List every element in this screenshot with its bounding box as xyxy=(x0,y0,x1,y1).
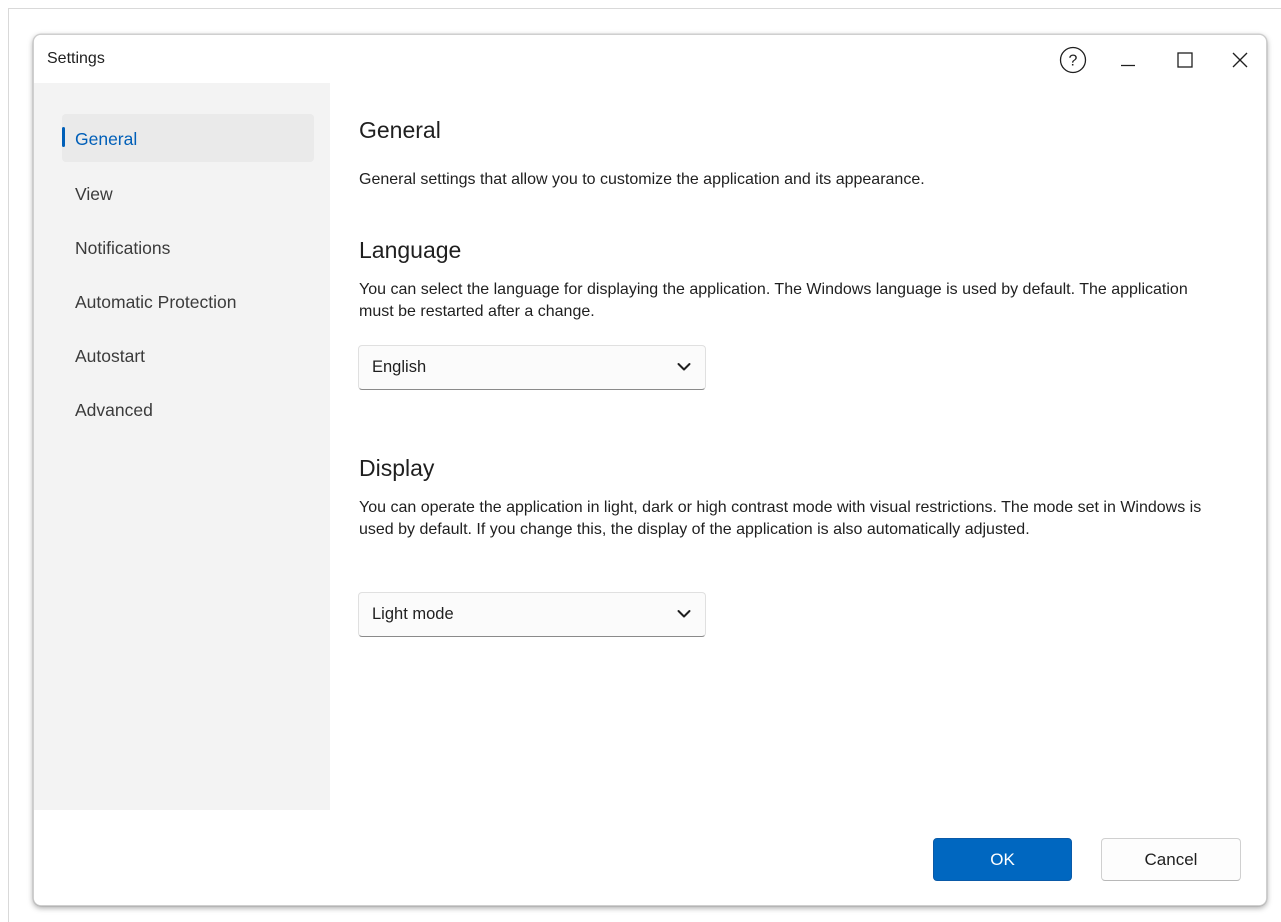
sidebar-item-autostart[interactable]: Autostart xyxy=(62,331,314,379)
sidebar-item-advanced[interactable]: Advanced xyxy=(62,385,314,433)
language-select[interactable]: English xyxy=(358,345,706,390)
close-button[interactable] xyxy=(1224,44,1256,76)
chevron-down-icon xyxy=(677,363,691,371)
page-title: General xyxy=(359,117,441,143)
cancel-button[interactable]: Cancel xyxy=(1101,838,1241,881)
sidebar-item-label: General xyxy=(75,129,138,149)
display-heading: Display xyxy=(359,455,435,481)
title-bar[interactable]: Settings ? xyxy=(34,35,1266,83)
maximize-button[interactable] xyxy=(1169,44,1201,76)
window-title: Settings xyxy=(47,50,105,67)
sidebar-item-label: Autostart xyxy=(75,346,146,366)
help-circle-icon: ? xyxy=(1059,46,1087,74)
sidebar-item-label: Automatic Protection xyxy=(75,292,237,312)
sidebar-item-general[interactable]: General xyxy=(62,114,314,162)
svg-text:?: ? xyxy=(1069,53,1078,70)
display-mode-select-value: Light mode xyxy=(372,605,454,623)
ok-button[interactable]: OK xyxy=(933,838,1072,881)
sidebar-item-notifications[interactable]: Notifications xyxy=(62,223,314,271)
settings-content: General General settings that allow you … xyxy=(330,83,1266,810)
close-icon xyxy=(1232,52,1248,68)
chevron-down-icon xyxy=(677,610,691,618)
page-border-top xyxy=(8,8,1281,9)
language-description: You can select the language for displayi… xyxy=(359,281,1188,320)
sidebar-item-view[interactable]: View xyxy=(62,169,314,217)
language-heading: Language xyxy=(359,237,462,263)
settings-window: Settings ? General View Notifications Au… xyxy=(33,34,1267,906)
sidebar-item-label: Advanced xyxy=(75,400,153,420)
sidebar-item-label: View xyxy=(75,184,113,204)
active-indicator xyxy=(62,127,65,147)
minimize-icon xyxy=(1121,64,1135,67)
minimize-button[interactable] xyxy=(1112,44,1144,76)
sidebar-item-label: Notifications xyxy=(75,238,171,258)
page-border-left xyxy=(8,8,9,922)
help-button[interactable]: ? xyxy=(1057,44,1089,76)
language-select-value: English xyxy=(372,358,427,376)
dialog-footer: OK Cancel xyxy=(34,810,1266,905)
display-description: You can operate the application in light… xyxy=(359,499,1202,538)
sidebar-nav: General View Notifications Automatic Pro… xyxy=(34,83,330,810)
maximize-icon xyxy=(1177,52,1193,68)
sidebar-item-automatic-protection[interactable]: Automatic Protection xyxy=(62,277,314,325)
page-description: General settings that allow you to custo… xyxy=(359,171,925,188)
display-mode-select[interactable]: Light mode xyxy=(358,592,706,637)
